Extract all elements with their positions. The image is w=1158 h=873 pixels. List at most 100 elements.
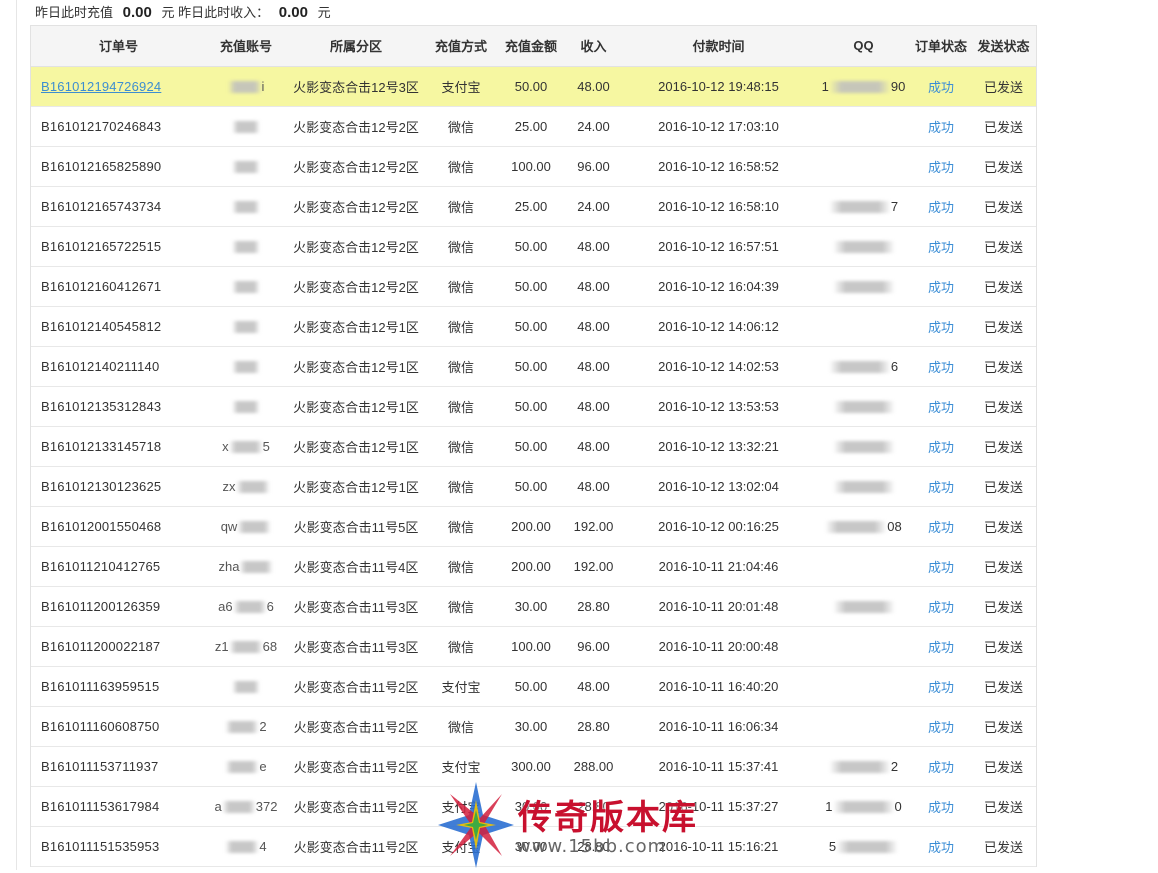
income-cell: 48.00 [566,266,621,307]
col-header-zone: 所属分区 [286,26,426,67]
table-row[interactable]: B161011153711937 e 火影变态合击11号2区 支付宝 300.00 288… [31,746,1036,787]
account-visible-prefix: zha [218,558,240,574]
col-header-method: 充值方式 [426,26,496,67]
pay-time-cell: 2016-10-11 20:01:48 [621,586,816,627]
payment-method-cell: 支付宝 [426,786,496,827]
pay-time-cell: 2016-10-12 00:16:25 [621,506,816,547]
amount-cell: 200.00 [496,506,566,547]
send-status-cell: 已发送 [971,426,1036,467]
account-cell [206,666,286,707]
account-mask [235,481,270,494]
zone-cell: 火影变态合击11号4区 [286,546,426,587]
account-mask [232,401,260,414]
account-cell [206,146,286,187]
amount-cell: 30.00 [496,706,566,747]
account-visible-prefix: qw [220,518,238,534]
zone-cell: 火影变态合击11号2区 [286,826,426,867]
table-row[interactable]: B161012130123625 zx 火影变态合击12号1区 微信 50.00 48.0… [31,466,1036,507]
amount-cell: 200.00 [496,546,566,587]
account-mask [232,121,260,134]
account-cell [206,386,286,427]
account-cell: qw [206,506,286,547]
zone-cell: 火影变态合击12号1区 [286,306,426,347]
zone-cell: 火影变态合击12号2区 [286,106,426,147]
order-number-cell: B161012140545812 [31,306,206,347]
amount-cell: 50.00 [496,346,566,387]
table-row[interactable]: B161012165722515 火影变态合击12号2区 微信 50.00 48.00 2… [31,226,1036,267]
income-cell: 28.80 [566,786,621,827]
income-cell: 48.00 [566,66,621,107]
account-mask [232,201,260,214]
order-number-cell: B161011200022187 [31,626,206,667]
qq-cell: 2 [816,746,911,787]
account-visible-prefix: a6 [218,598,233,614]
table-row[interactable]: B161011160608750 2 火影变态合击11号2区 微信 30.00 28.80… [31,706,1036,747]
income-cell: 28.80 [566,586,621,627]
table-row[interactable]: B161012140545812 火影变态合击12号1区 微信 50.00 48.00 2… [31,306,1036,347]
account-cell: i [206,66,286,107]
income-cell: 48.00 [566,226,621,267]
account-mask [221,801,256,814]
table-row[interactable]: B161011153617984 a 372 火影变态合击11号2区 支付宝 30.00 2… [31,786,1036,827]
qq-visible-suffix: 0 [894,798,902,814]
order-status-cell: 成功 [911,706,971,747]
col-header-send-status: 发送状态 [971,26,1036,67]
income-cell: 48.00 [566,466,621,507]
qq-visible-prefix: 5 [828,838,837,854]
pay-time-cell: 2016-10-12 16:58:10 [621,186,816,227]
order-status-cell: 成功 [911,226,971,267]
income-cell: 24.00 [566,106,621,147]
zone-cell: 火影变态合击11号2区 [286,666,426,707]
table-row[interactable]: B161012194726924 i 火影变态合击12号3区 支付宝 50.00 48.0… [31,66,1036,107]
send-status-cell: 已发送 [971,66,1036,107]
account-mask [225,761,260,774]
col-header-amount: 充值金额 [496,26,566,67]
col-header-income: 收入 [566,26,621,67]
zone-cell: 火影变态合击11号2区 [286,746,426,787]
account-cell [206,226,286,267]
table-row[interactable]: B161012140211140 火影变态合击12号1区 微信 50.00 48.00 2… [31,346,1036,387]
zone-cell: 火影变态合击11号2区 [286,786,426,827]
table-row[interactable]: B161012165743734 火影变态合击12号2区 微信 25.00 24.00 2… [31,186,1036,227]
recharge-label: 昨日此时充值 [35,5,114,20]
table-row[interactable]: B161011200022187 z1 68 火影变态合击11号3区 微信 100.00 9… [31,626,1036,667]
account-mask [232,681,260,694]
account-mask [232,361,260,374]
order-status-cell: 成功 [911,506,971,547]
order-number-link[interactable]: B161012194726924 [41,79,161,94]
table-row[interactable]: B161012133145718 x 5 火影变态合击12号1区 微信 50.00 48.0… [31,426,1036,467]
table-row[interactable]: B161011200126359 a6 6 火影变态合击11号3区 微信 30.00 28.… [31,586,1036,627]
amount-cell: 30.00 [496,826,566,867]
payment-method-cell: 微信 [426,546,496,587]
account-mask [232,321,260,334]
table-row[interactable]: B161012135312843 火影变态合击12号1区 微信 50.00 48.00 2… [31,386,1036,427]
qq-mask [825,521,888,534]
account-cell: x5 [206,426,286,467]
qq-mask [832,241,895,254]
table-row[interactable]: B161012165825890 火影变态合击12号2区 微信 100.00 96.00… [31,146,1036,187]
col-header-order-no: 订单号 [31,26,206,67]
table-row[interactable]: B161011210412765 zha 火影变态合击11号4区 微信 200.00 19… [31,546,1036,587]
income-cell: 192.00 [566,546,621,587]
qq-mask [832,281,895,294]
payment-method-cell: 支付宝 [426,746,496,787]
table-row[interactable]: B161011151535953 4 火影变态合击11号2区 支付宝 30.00 28.8… [31,826,1036,867]
zone-cell: 火影变态合击11号2区 [286,706,426,747]
account-cell [206,186,286,227]
col-header-qq: QQ [816,26,911,67]
order-status-cell: 成功 [911,666,971,707]
table-row[interactable]: B161012160412671 火影变态合击12号2区 微信 50.00 48.00 2… [31,266,1036,307]
payment-method-cell: 支付宝 [426,666,496,707]
qq-cell: 10 [816,786,911,827]
table-row[interactable]: B161012001550468 qw 火影变态合击11号5区 微信 200.00 192… [31,506,1036,547]
account-mask [237,521,272,534]
qq-visible-suffix: 90 [890,78,906,94]
account-visible-prefix: a [214,798,222,814]
qq-cell [816,466,911,507]
order-status-cell: 成功 [911,626,971,667]
pay-time-cell: 2016-10-12 13:53:53 [621,386,816,427]
table-row[interactable]: B161012170246843 火影变态合击12号2区 微信 25.00 24.00 2… [31,106,1036,147]
table-row[interactable]: B161011163959515 火影变态合击11号2区 支付宝 50.00 48.00… [31,666,1036,707]
account-visible-suffix: i [261,78,265,94]
account-cell: z1 68 [206,626,286,667]
